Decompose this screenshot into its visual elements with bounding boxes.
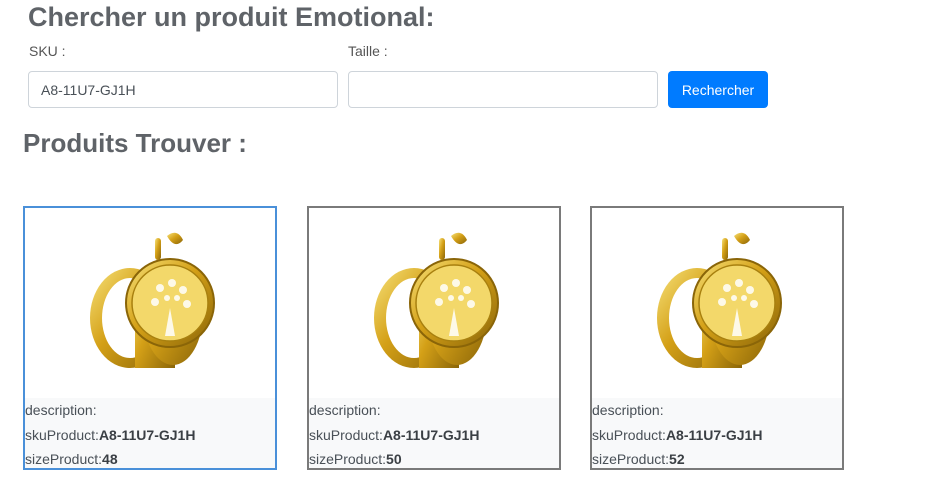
description-line: description: [309, 402, 381, 418]
product-sku: A8-11U7-GJ1H [382, 426, 480, 443]
size-line: sizeProduct:48 [25, 451, 118, 467]
product-info: description: skuProduct:A8-11U7-GJ1H siz… [592, 398, 842, 468]
description-line: description: [592, 402, 664, 418]
ring-image [592, 208, 842, 398]
product-size: 48 [102, 451, 118, 467]
gold-ring-icon [374, 232, 499, 368]
product-search-page: Chercher un produit Emotional: SKU : Tai… [0, 0, 943, 498]
product-info: description: skuProduct:A8-11U7-GJ1H siz… [309, 398, 559, 468]
product-card[interactable]: description: skuProduct:A8-11U7-GJ1H siz… [23, 206, 277, 470]
ring-image [309, 208, 559, 398]
size-line: sizeProduct:50 [309, 451, 402, 467]
product-sku: A8-11U7-GJ1H [98, 426, 196, 443]
size-input[interactable] [348, 71, 658, 108]
product-size: 52 [669, 451, 685, 467]
sku-label: SKU : [29, 43, 66, 59]
size-line: sizeProduct:52 [592, 451, 685, 467]
product-sku: A8-11U7-GJ1H [665, 426, 763, 443]
ring-image [25, 208, 275, 398]
product-card[interactable]: description: skuProduct:A8-11U7-GJ1H siz… [590, 206, 844, 470]
sku-line: skuProduct:A8-11U7-GJ1H [592, 426, 763, 443]
search-button[interactable]: Rechercher [668, 71, 768, 108]
description-line: description: [25, 402, 97, 418]
gold-ring-icon [657, 232, 782, 368]
product-size: 50 [386, 451, 402, 467]
product-info: description: skuProduct:A8-11U7-GJ1H siz… [25, 398, 275, 468]
gold-ring-icon [90, 232, 215, 368]
results-title: Produits Trouver : [23, 128, 247, 158]
sku-line: skuProduct:A8-11U7-GJ1H [25, 426, 196, 443]
sku-line: skuProduct:A8-11U7-GJ1H [309, 426, 480, 443]
product-card[interactable]: description: skuProduct:A8-11U7-GJ1H siz… [307, 206, 561, 470]
size-label: Taille : [348, 43, 388, 59]
sku-input[interactable] [28, 71, 338, 108]
page-title: Chercher un produit Emotional: [28, 2, 435, 32]
